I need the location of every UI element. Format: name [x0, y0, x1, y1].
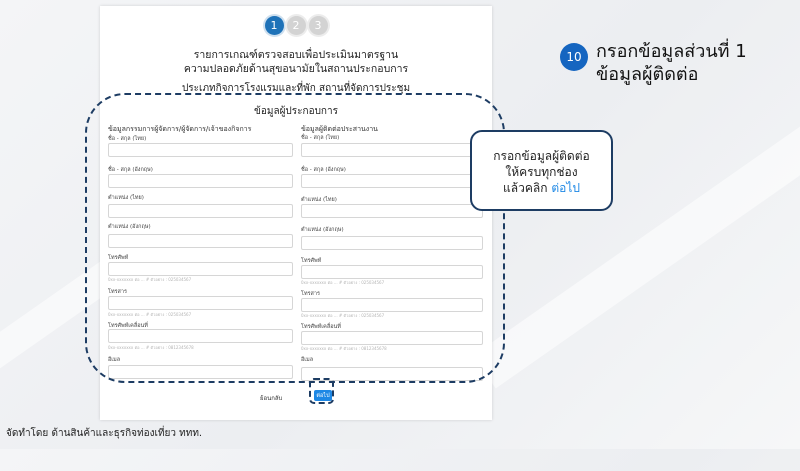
callout-line3-prefix: แล้วคลิก [503, 181, 552, 195]
instruction-title-line1: กรอกข้อมูลส่วนที่ 1 [596, 41, 747, 62]
callout-line2: ให้ครบทุกช่อง [505, 165, 578, 179]
callout-next-link: ต่อไป [551, 181, 580, 195]
instruction-callout: กรอกข้อมูลผู้ติดต่อ ให้ครบทุกช่อง แล้วคล… [470, 130, 613, 211]
form-heading-line2: ความปลอดภัยด้านสุขอนามัยในสถานประกอบการ [183, 63, 409, 75]
back-button[interactable]: ย้อนกลับ [260, 393, 282, 403]
instruction-title-line2: ข้อมูลผู้ติดต่อ [596, 64, 699, 85]
step-indicator: 1 2 3 [100, 16, 492, 35]
highlight-next-button-outline [309, 378, 334, 404]
callout-line1: กรอกข้อมูลผู้ติดต่อ [493, 149, 590, 163]
instruction-title: กรอกข้อมูลส่วนที่ 1 ข้อมูลผู้ติดต่อ [596, 40, 747, 86]
step-number-badge: 10 [560, 43, 588, 71]
step-1[interactable]: 1 [264, 16, 284, 35]
callout-line3: แล้วคลิก ต่อไป [472, 180, 611, 196]
footer-credit: จัดทำโดย ด้านสินค้าและธุรกิจท่องเที่ยว ท… [6, 428, 203, 439]
step-3[interactable]: 3 [308, 16, 328, 35]
highlight-form-outline [85, 93, 505, 383]
step-2[interactable]: 2 [286, 16, 306, 35]
